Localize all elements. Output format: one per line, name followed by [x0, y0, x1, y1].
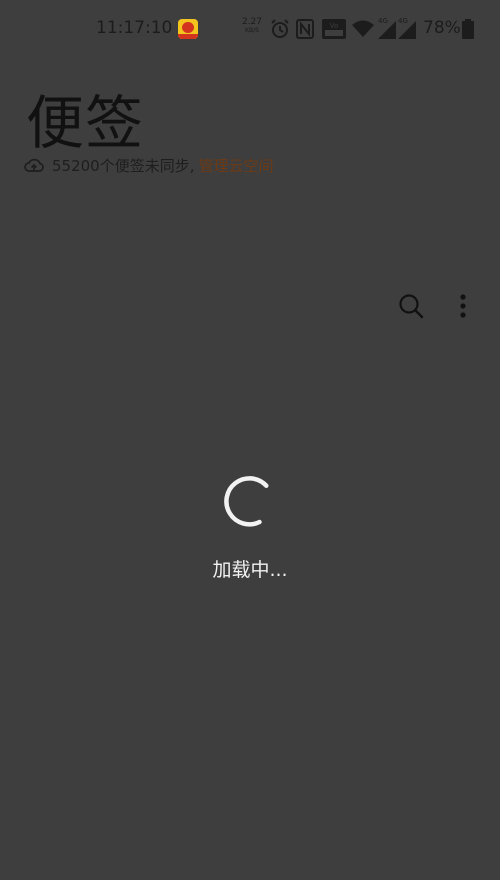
status-time: 11:17:10 — [96, 18, 173, 38]
more-options-icon[interactable] — [452, 292, 474, 320]
status-bar: 11:17:10 2.27 KB/S Vo 4G 4G 78% — [0, 0, 500, 58]
battery-icon — [462, 19, 474, 39]
alarm-icon — [271, 19, 289, 38]
sync-status-row: 55200个便签未同步, 管理云空间 — [24, 155, 274, 175]
battery-percent: 78% — [423, 18, 461, 38]
nfc-icon — [296, 19, 314, 39]
loading-text: 加载中... — [212, 559, 288, 581]
cloud-upload-icon — [24, 158, 44, 172]
network-speed-unit: KB/S — [245, 27, 259, 34]
loading-spinner — [224, 476, 269, 527]
signal-icon — [398, 21, 416, 39]
volte-icon: Vo — [322, 19, 346, 39]
network-speed: 2.27 KB/S — [241, 18, 263, 35]
sync-status-text: 55200个便签未同步, — [52, 156, 195, 175]
manage-cloud-link[interactable]: 管理云空间 — [199, 155, 274, 176]
page-title: 便签 — [26, 89, 145, 157]
svg-text:Vo: Vo — [330, 22, 339, 30]
app-notification-icon — [178, 19, 198, 39]
signal-icon — [378, 21, 396, 39]
wifi-icon — [352, 20, 374, 37]
search-icon[interactable] — [398, 293, 424, 319]
network-speed-value: 2.27 — [241, 17, 263, 27]
